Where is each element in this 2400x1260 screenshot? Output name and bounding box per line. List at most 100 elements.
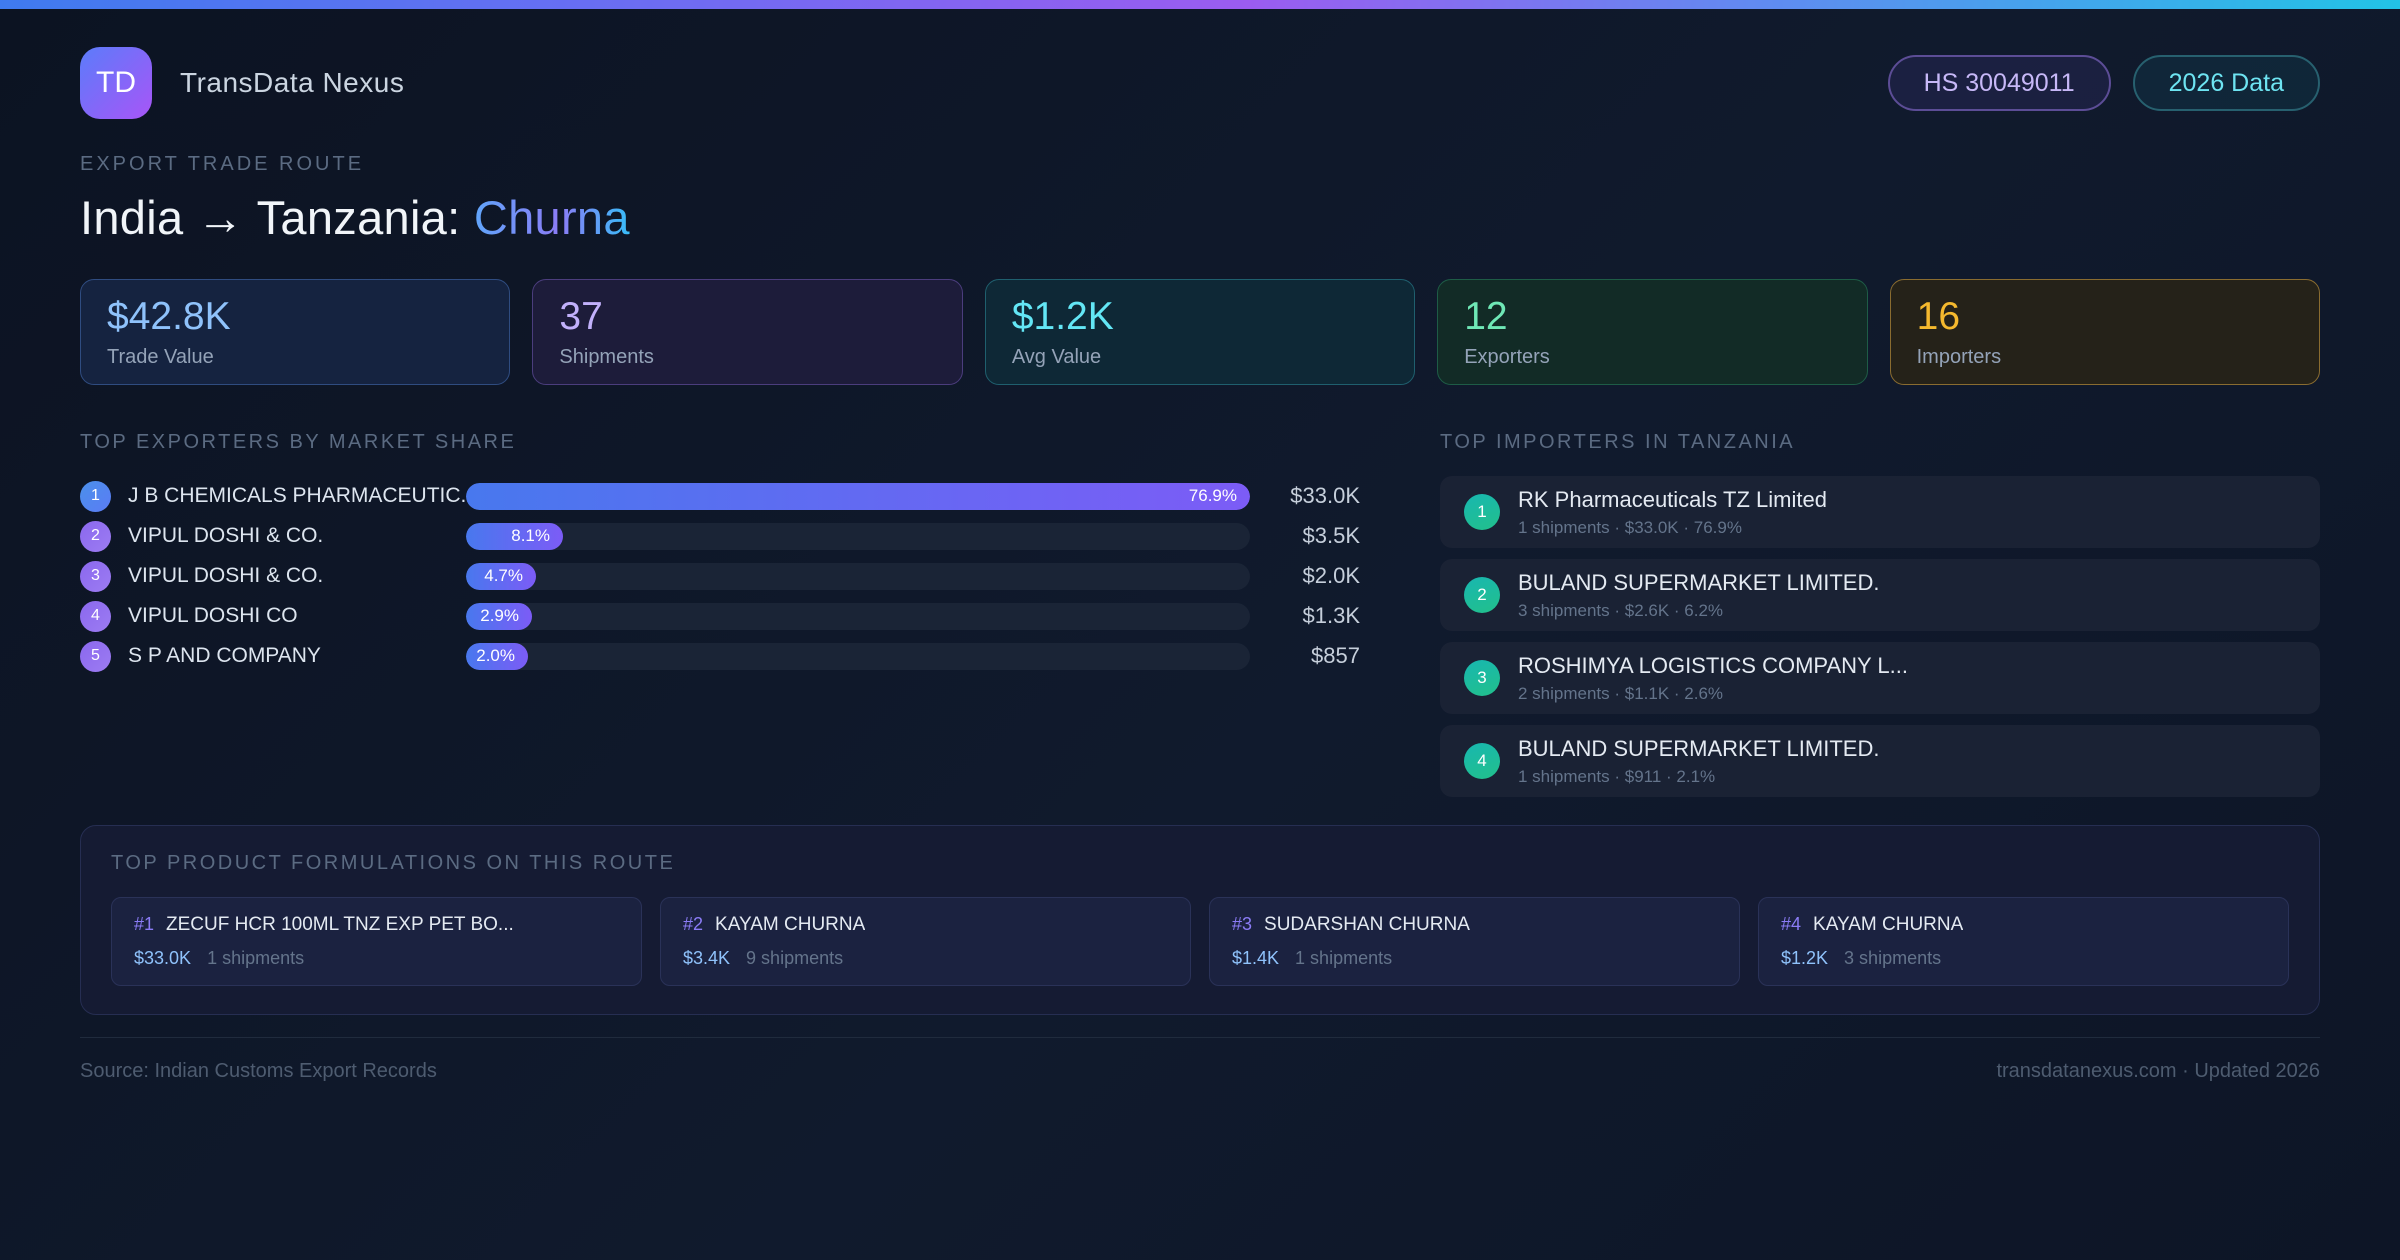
market-share-bar: 2.9% xyxy=(466,602,532,630)
product-rank: #3 xyxy=(1232,914,1253,934)
exporter-value: $33.0K xyxy=(1290,483,1360,508)
importer-rank-badge: 2 xyxy=(1464,577,1500,613)
header-badges: HS 30049011 2026 Data xyxy=(1887,55,2320,111)
product-meta: $1.2K 3 shipments xyxy=(1781,948,2266,969)
market-share-bar: 8.1% xyxy=(466,522,563,550)
importer-rank-badge: 1 xyxy=(1464,494,1500,530)
exporters-section: TOP EXPORTERS BY MARKET SHARE 1 J B CHEM… xyxy=(80,431,1360,676)
product-rank: #2 xyxy=(683,914,704,934)
market-share-bar-track: 8.1% xyxy=(466,522,1250,550)
footer: Source: Indian Customs Export Records tr… xyxy=(80,1037,2320,1083)
exporter-row[interactable]: 2 VIPUL DOSHI & CO. 8.1% $3.5K xyxy=(80,516,1360,556)
exporter-row[interactable]: 4 VIPUL DOSHI CO 2.9% $1.3K xyxy=(80,596,1360,636)
stat-value: $42.8K xyxy=(107,295,231,338)
importer-name: BULAND SUPERMARKET LIMITED. xyxy=(1518,735,1880,761)
market-share-bar: 76.9% xyxy=(466,482,1250,510)
hs-code-badge[interactable]: HS 30049011 xyxy=(1887,55,2111,111)
product-shipments: 1 shipments xyxy=(207,948,305,968)
brand: TD TransData Nexus xyxy=(80,47,404,119)
exporter-name: VIPUL DOSHI CO xyxy=(128,604,298,627)
exporter-row[interactable]: 3 VIPUL DOSHI & CO. 4.7% $2.0K xyxy=(80,556,1360,596)
importer-info: BULAND SUPERMARKET LIMITED. 3 shipments … xyxy=(1518,570,1879,621)
market-share-bar-track: 76.9% xyxy=(466,482,1250,510)
product-header: #1 ZECUF HCR 100ML TNZ EXP PET BO... xyxy=(134,914,619,936)
stat-label: Shipments xyxy=(559,346,654,368)
importer-card[interactable]: 1 RK Pharmaceuticals TZ Limited 1 shipme… xyxy=(1440,476,2320,548)
product-card[interactable]: #3 SUDARSHAN CHURNA $1.4K 1 shipments xyxy=(1209,897,1740,986)
exporter-name: J B CHEMICALS PHARMACEUTIC... xyxy=(128,484,466,507)
page-container: TD TransData Nexus HS 30049011 2026 Data… xyxy=(0,47,2400,1083)
importers-section: TOP IMPORTERS IN TANZANIA 1 RK Pharmaceu… xyxy=(1440,431,2320,797)
product-header: #4 KAYAM CHURNA xyxy=(1781,914,2266,936)
importer-card[interactable]: 2 BULAND SUPERMARKET LIMITED. 3 shipment… xyxy=(1440,559,2320,631)
exporter-value: $3.5K xyxy=(1302,523,1361,548)
importer-meta: 1 shipments · $33.0K · 76.9% xyxy=(1518,517,1742,537)
page-title: India → Tanzania: Churna xyxy=(80,190,2320,245)
product-rank: #4 xyxy=(1781,914,1802,934)
exporter-value: $1.3K xyxy=(1302,603,1361,628)
importer-meta: 2 shipments · $1.1K · 2.6% xyxy=(1518,683,1724,703)
logo-text: TD xyxy=(96,66,136,99)
importer-info: RK Pharmaceuticals TZ Limited 1 shipment… xyxy=(1518,487,1827,538)
importers-section-title: TOP IMPORTERS IN TANZANIA xyxy=(1440,431,1796,453)
exporter-row[interactable]: 5 S P AND COMPANY 2.0% $857 xyxy=(80,636,1360,676)
exporters-list: 1 J B CHEMICALS PHARMACEUTIC... 76.9% $3… xyxy=(80,476,1360,676)
product-name: KAYAM CHURNA xyxy=(715,914,866,935)
top-accent-bar xyxy=(0,0,2400,9)
importer-name: ROSHIMYA LOGISTICS COMPANY L... xyxy=(1518,652,1908,678)
stat-cards: $42.8K Trade Value 37 Shipments $1.2K Av… xyxy=(80,279,2321,385)
importer-meta: 3 shipments · $2.6K · 6.2% xyxy=(1518,600,1724,620)
footer-source: Source: Indian Customs Export Records xyxy=(80,1060,437,1082)
product-shipments: 1 shipments xyxy=(1295,948,1393,968)
market-share-bar: 2.0% xyxy=(466,642,528,670)
page-title-prefix: India → Tanzania: xyxy=(80,191,474,244)
market-share-bar-track: 2.9% xyxy=(466,602,1250,630)
product-rank: #1 xyxy=(134,914,155,934)
stat-card-avg-value: $1.2K Avg Value xyxy=(984,279,1416,385)
exporter-row[interactable]: 1 J B CHEMICALS PHARMACEUTIC... 76.9% $3… xyxy=(80,476,1360,516)
product-name: ZECUF HCR 100ML TNZ EXP PET BO... xyxy=(166,914,514,935)
products-list: #1 ZECUF HCR 100ML TNZ EXP PET BO... $33… xyxy=(111,897,2289,986)
rank-badge: 3 xyxy=(80,560,111,592)
data-year-badge[interactable]: 2026 Data xyxy=(2132,55,2320,111)
importer-rank-badge: 3 xyxy=(1464,660,1500,696)
product-meta: $1.4K 1 shipments xyxy=(1232,948,1717,969)
product-value: $33.0K xyxy=(134,948,192,968)
exporters-section-title: TOP EXPORTERS BY MARKET SHARE xyxy=(80,431,517,453)
product-meta: $3.4K 9 shipments xyxy=(683,948,1168,969)
importer-card[interactable]: 4 BULAND SUPERMARKET LIMITED. 1 shipment… xyxy=(1440,725,2320,797)
exporter-name: S P AND COMPANY xyxy=(128,644,321,667)
product-shipments: 9 shipments xyxy=(746,948,844,968)
importer-card[interactable]: 3 ROSHIMYA LOGISTICS COMPANY L... 2 ship… xyxy=(1440,642,2320,714)
header: TD TransData Nexus HS 30049011 2026 Data xyxy=(80,47,2320,119)
main-content: TOP EXPORTERS BY MARKET SHARE 1 J B CHEM… xyxy=(80,431,2320,797)
importer-info: BULAND SUPERMARKET LIMITED. 1 shipments … xyxy=(1518,736,1879,787)
product-meta: $33.0K 1 shipments xyxy=(134,948,619,969)
importer-rank-badge: 4 xyxy=(1464,743,1500,779)
stat-card-importers: 16 Importers xyxy=(1889,279,2321,385)
product-value: $1.4K xyxy=(1232,948,1280,968)
stat-value: 16 xyxy=(1916,295,1961,338)
rank-badge: 1 xyxy=(80,480,111,512)
importer-meta: 1 shipments · $911 · 2.1% xyxy=(1518,766,1716,786)
product-card[interactable]: #4 KAYAM CHURNA $1.2K 3 shipments xyxy=(1758,897,2289,986)
exporter-value: $857 xyxy=(1311,643,1360,668)
stat-label: Avg Value xyxy=(1011,346,1102,368)
product-name: KAYAM CHURNA xyxy=(1813,914,1964,935)
exporter-name: VIPUL DOSHI & CO. xyxy=(128,524,324,547)
footer-site: transdatanexus.com · Updated 2026 xyxy=(1996,1060,2320,1082)
stat-value: 12 xyxy=(1464,295,1508,338)
product-card[interactable]: #2 KAYAM CHURNA $3.4K 9 shipments xyxy=(660,897,1191,986)
product-value: $1.2K xyxy=(1781,948,1829,968)
stat-label: Trade Value xyxy=(107,346,214,368)
importers-list: 1 RK Pharmaceuticals TZ Limited 1 shipme… xyxy=(1440,476,2320,797)
exporter-value: $2.0K xyxy=(1302,563,1361,588)
products-section-title: TOP PRODUCT FORMULATIONS ON THIS ROUTE xyxy=(111,852,676,874)
importer-name: RK Pharmaceuticals TZ Limited xyxy=(1518,486,1827,512)
product-card[interactable]: #1 ZECUF HCR 100ML TNZ EXP PET BO... $33… xyxy=(111,897,642,986)
rank-badge: 5 xyxy=(80,640,111,672)
stat-value: $1.2K xyxy=(1011,295,1114,338)
importer-info: ROSHIMYA LOGISTICS COMPANY L... 2 shipme… xyxy=(1518,653,1908,704)
eyebrow-label: EXPORT TRADE ROUTE xyxy=(80,153,365,175)
stat-card-shipments: 37 Shipments xyxy=(532,279,963,385)
